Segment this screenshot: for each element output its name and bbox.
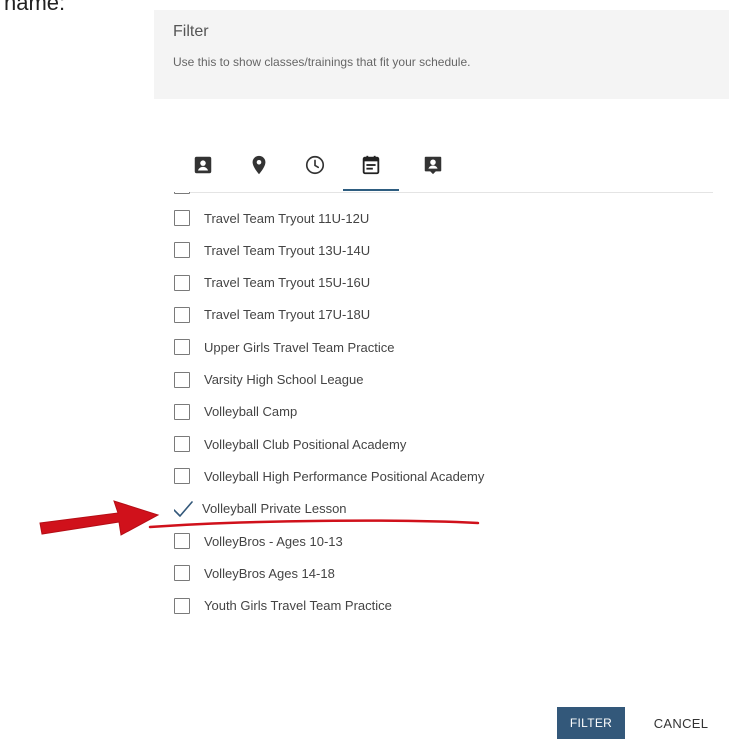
filter-button[interactable]: FILTER <box>557 707 625 739</box>
calendar-icon <box>362 155 380 175</box>
clock-icon <box>305 155 325 175</box>
list-item-label: VolleyBros Ages 14-18 <box>204 565 335 581</box>
list-item-label: Volleyball Club Positional Academy <box>204 436 407 452</box>
person-badge-icon <box>424 156 442 175</box>
red-arrow <box>39 500 160 536</box>
list-item[interactable]: Travel Team Tryout 13U-14U <box>174 238 370 262</box>
location-pin-icon <box>252 155 266 175</box>
checkbox[interactable] <box>174 339 190 356</box>
list-item-label: Upper Girls Travel Team Practice <box>204 339 395 355</box>
list-item-label: Varsity High School League <box>204 372 364 387</box>
list-item-label: Volleyball Camp <box>204 404 298 420</box>
list-item-label: Travel Team Tryout 11U-12U <box>204 210 370 226</box>
checkmark-icon[interactable] <box>174 500 194 518</box>
checkbox[interactable] <box>174 371 190 388</box>
list-item[interactable]: Travel Team Tryout 11U-12U <box>174 206 369 230</box>
tab-instructor[interactable] <box>405 140 461 190</box>
filter-dialog: name: Filter Use this to show classes/tr… <box>0 0 729 746</box>
list-item[interactable]: VolleyBros - Ages 10-13 <box>174 529 343 553</box>
filter-title: Filter <box>173 23 209 40</box>
list-item[interactable]: Volleyball Club Positional Academy <box>174 432 406 456</box>
list-item-label: Volleyball High Performance Positional A… <box>204 468 485 484</box>
checkbox[interactable] <box>174 436 190 453</box>
tab-location[interactable] <box>231 140 287 190</box>
list-item[interactable]: VolleyBros Ages 14-18 <box>174 561 335 585</box>
tab-class-type[interactable] <box>343 140 399 191</box>
list-item[interactable]: Volleyball Camp <box>174 400 297 424</box>
checkbox[interactable] <box>174 192 190 194</box>
tab-contact[interactable] <box>175 140 231 190</box>
list-item-label: Youth Girls Travel Team Practice <box>204 598 392 614</box>
cropped-text-fragment: name: <box>4 0 66 15</box>
list-item[interactable]: Volleyball Private Lesson <box>174 497 347 521</box>
list-item[interactable] <box>174 192 204 198</box>
checkbox[interactable] <box>174 403 190 420</box>
list-item[interactable]: Youth Girls Travel Team Practice <box>174 594 392 618</box>
filter-tabs <box>175 140 713 193</box>
filter-header: Filter Use this to show classes/training… <box>154 10 729 99</box>
class-type-list: Travel Team Tryout 11U-12U Travel Team Tr… <box>174 192 714 620</box>
checkbox[interactable] <box>174 565 190 582</box>
list-item[interactable]: Varsity High School League <box>174 368 363 392</box>
list-item-label: Travel Team Tryout 13U-14U <box>204 242 371 258</box>
filter-subtitle: Use this to show classes/trainings that … <box>173 55 471 69</box>
list-item[interactable]: Travel Team Tryout 17U-18U <box>174 303 370 327</box>
checkbox[interactable] <box>174 274 190 291</box>
checkbox[interactable] <box>174 533 190 549</box>
cancel-button[interactable]: CANCEL <box>640 707 722 739</box>
list-item-label: Volleyball Private Lesson <box>202 501 347 517</box>
checkbox[interactable] <box>174 468 190 485</box>
list-item[interactable]: Travel Team Tryout 15U-16U <box>174 271 370 295</box>
list-item-label: VolleyBros - Ages 10-13 <box>204 533 343 549</box>
checkbox[interactable] <box>174 597 190 614</box>
list-item-label: Travel Team Tryout 17U-18U <box>204 307 371 323</box>
list-item[interactable]: Volleyball High Performance Positional A… <box>174 464 484 488</box>
contact-card-icon <box>194 156 212 174</box>
list-item[interactable]: Upper Girls Travel Team Practice <box>174 335 395 359</box>
checkbox[interactable] <box>174 210 190 226</box>
tab-time[interactable] <box>287 140 343 190</box>
checkbox[interactable] <box>174 242 190 259</box>
list-item-label: Travel Team Tryout 15U-16U <box>204 275 371 291</box>
checkbox[interactable] <box>174 306 190 323</box>
